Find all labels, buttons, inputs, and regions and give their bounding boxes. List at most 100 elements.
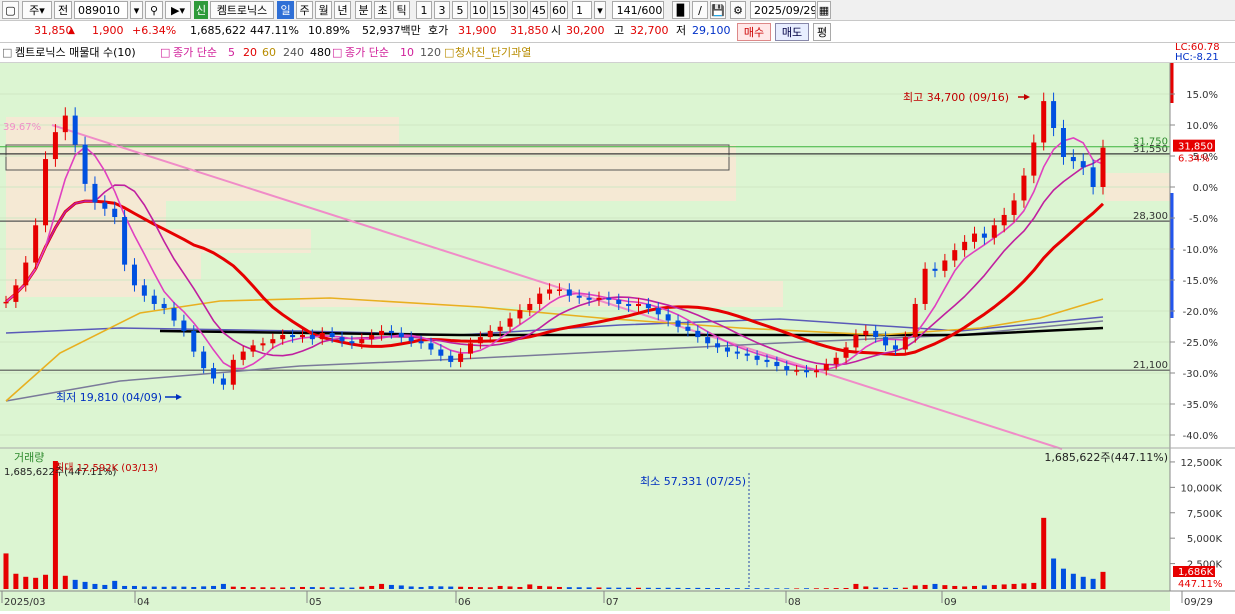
- candle-body: [804, 370, 810, 373]
- candle-body: [675, 320, 681, 327]
- date-field[interactable]: 2025/09/29: [750, 1, 816, 19]
- code-dropdown-icon[interactable]: ▾: [130, 1, 143, 19]
- signal-label[interactable]: 청사진_단기과열: [455, 43, 531, 62]
- price-chart[interactable]: 31,55028,30021,10031,750 15.0%10.0%5.0%0…: [0, 63, 1235, 611]
- volume-bar: [102, 584, 108, 589]
- candle-body: [102, 202, 108, 209]
- hc-label: HC:-8.21: [1175, 52, 1219, 63]
- ma-label[interactable]: 종가 단순: [173, 43, 217, 62]
- interval-3[interactable]: 3: [434, 1, 450, 19]
- calendar-icon[interactable]: ▦: [817, 1, 831, 19]
- candle-type-icon[interactable]: ▉: [672, 1, 690, 19]
- candle-body: [82, 144, 88, 184]
- volume-bar: [477, 587, 483, 589]
- volume-bar: [1031, 582, 1037, 589]
- average-button[interactable]: 평: [813, 23, 831, 41]
- candle-body: [72, 115, 78, 145]
- search-icon[interactable]: ⚲: [145, 1, 163, 19]
- candle-body: [665, 314, 671, 321]
- volume-bar: [794, 588, 800, 589]
- y-tick-label: 10.0%: [1186, 121, 1218, 132]
- legend-title[interactable]: 켐트로닉스 매물대 수(10): [15, 43, 136, 62]
- volume-bar: [1090, 578, 1096, 589]
- candle-body: [616, 299, 622, 304]
- volume-bar: [92, 583, 98, 589]
- volume-bar: [972, 585, 978, 589]
- volume-bar: [151, 586, 157, 589]
- candle-body: [645, 303, 651, 309]
- tab-day[interactable]: 일: [277, 1, 294, 19]
- candle-body: [902, 337, 908, 350]
- interval-30[interactable]: 30: [510, 1, 528, 19]
- volume-bar: [695, 587, 701, 589]
- ma-480: 480: [310, 46, 331, 59]
- prev-button[interactable]: 전: [54, 1, 72, 19]
- volume-bar: [211, 585, 217, 589]
- volume-bar: [458, 586, 464, 589]
- candle-body: [408, 337, 414, 342]
- candle-body: [537, 293, 543, 304]
- volume-bar: [1060, 568, 1066, 589]
- interval-input[interactable]: 1: [572, 1, 592, 19]
- gear-icon[interactable]: ⚙: [730, 1, 746, 19]
- draw-tool-icon[interactable]: ∕: [692, 1, 708, 19]
- y-tick-label: -30.0%: [1183, 369, 1218, 380]
- volume-bar: [230, 586, 236, 589]
- volume-bar: [576, 587, 582, 589]
- tab-year[interactable]: 년: [334, 1, 351, 19]
- checkbox-icon[interactable]: □: [2, 43, 12, 62]
- stock-name-field[interactable]: 켐트로닉스: [210, 1, 274, 19]
- volume-bar: [448, 586, 454, 589]
- window-icon[interactable]: ▢: [2, 1, 19, 19]
- volume-bar: [220, 583, 226, 589]
- tab-minute[interactable]: 분: [355, 1, 372, 19]
- period-select[interactable]: 주 ▾: [22, 1, 52, 19]
- volume-bar: [1070, 573, 1076, 589]
- save-icon[interactable]: 💾: [710, 1, 726, 19]
- interval-45[interactable]: 45: [530, 1, 548, 19]
- start-rate-label: 39.67%: [3, 122, 41, 133]
- candle-body: [112, 208, 118, 218]
- buy-button[interactable]: 매수: [737, 23, 771, 41]
- chart-area[interactable]: 31,550 28,300 21,100 31,750 15.0% 10.0% 5.0% 0…: [0, 63, 1235, 611]
- candle-body: [23, 262, 29, 286]
- stock-code-input[interactable]: 089010: [74, 1, 128, 19]
- candle-body: [438, 349, 444, 356]
- legend-bar: □ 켐트로닉스 매물대 수(10) □ 종가 단순 5 20 60 240 48…: [0, 43, 1235, 63]
- sell-button[interactable]: 매도: [775, 23, 809, 41]
- interval-dropdown-icon[interactable]: ▾: [594, 1, 606, 19]
- volume-bar: [1051, 558, 1057, 589]
- candle-body: [497, 326, 503, 331]
- candle-body: [517, 310, 523, 319]
- candle-body: [379, 330, 385, 336]
- tab-second[interactable]: 초: [374, 1, 391, 19]
- ma2-label[interactable]: 종가 단순: [345, 43, 389, 62]
- tab-week[interactable]: 주: [296, 1, 313, 19]
- candle-body: [260, 343, 266, 346]
- interval-15[interactable]: 15: [490, 1, 508, 19]
- current-price: 31,850: [34, 24, 73, 37]
- current-price-label: 31,850: [1178, 142, 1213, 153]
- volume-bar: [507, 586, 513, 589]
- volume-bar: [240, 586, 246, 589]
- volume-bar: [467, 586, 473, 589]
- x-tick-label: 09: [944, 597, 957, 608]
- volume-bar: [290, 587, 296, 589]
- count-field[interactable]: 141/600: [612, 1, 664, 19]
- y-tick-label: -5.0%: [1189, 214, 1218, 225]
- volume-bar: [191, 586, 197, 589]
- interval-5[interactable]: 5: [452, 1, 468, 19]
- tab-month[interactable]: 월: [315, 1, 332, 19]
- ask-price: 31,900: [458, 24, 497, 37]
- interval-10[interactable]: 10: [470, 1, 488, 19]
- volume-bar: [962, 586, 968, 589]
- speaker-icon[interactable]: ▶▾: [165, 1, 191, 19]
- interval-60[interactable]: 60: [550, 1, 568, 19]
- interval-1[interactable]: 1: [416, 1, 432, 19]
- y-tick-label: -10.0%: [1183, 245, 1218, 256]
- tab-tick[interactable]: 틱: [393, 1, 410, 19]
- volume-bar: [754, 588, 760, 589]
- volume-bar: [952, 585, 958, 589]
- y-tick-label: -20.0%: [1183, 307, 1218, 318]
- volume-bar: [902, 587, 908, 589]
